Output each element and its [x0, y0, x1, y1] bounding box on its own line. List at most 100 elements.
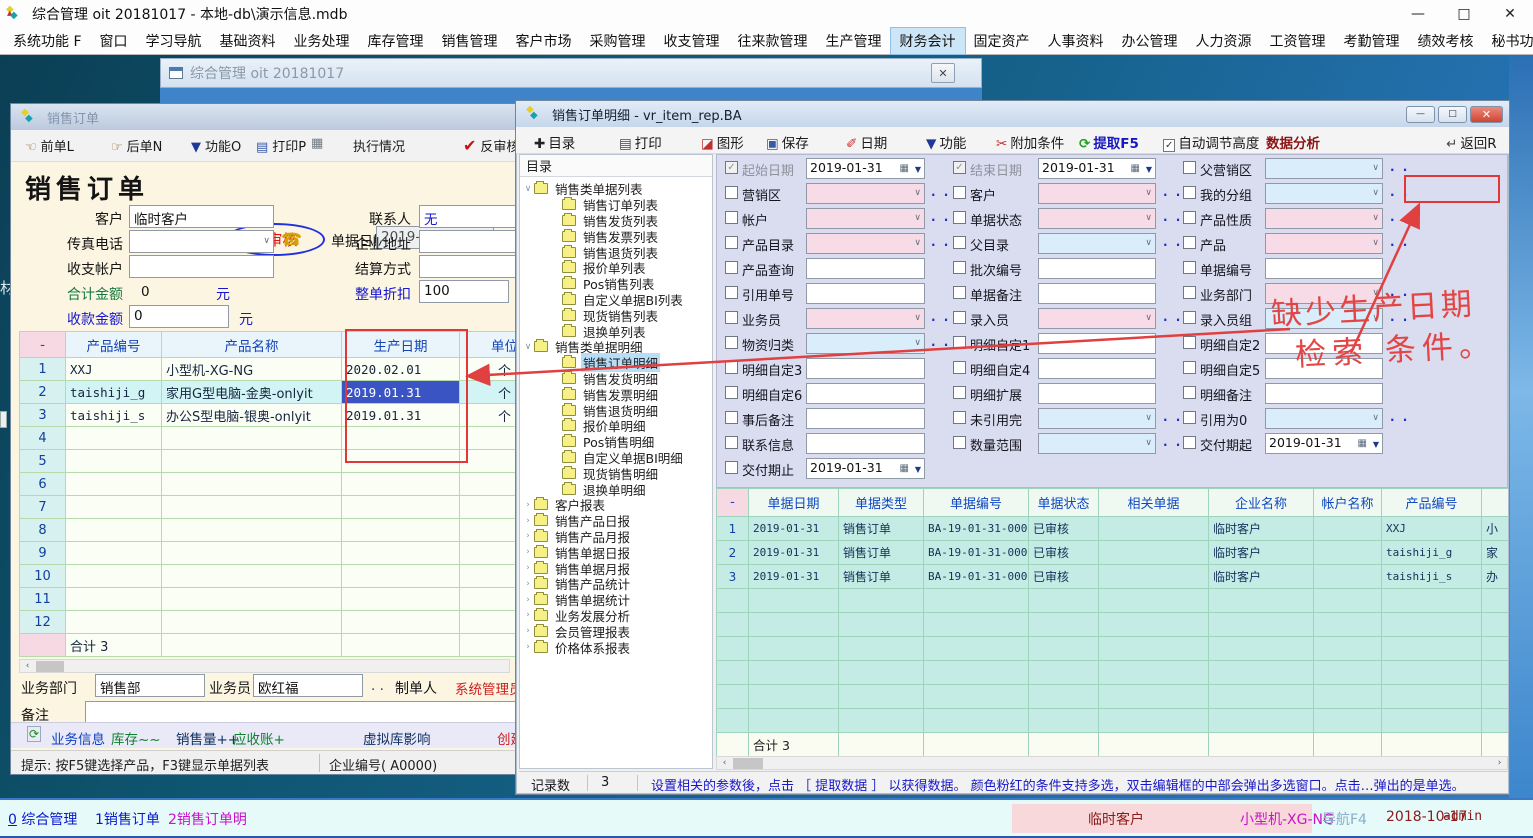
filter-checkbox-父营销区[interactable] — [1183, 161, 1196, 174]
scrollbar-thumb[interactable] — [36, 661, 64, 672]
function-button[interactable]: ▼功能 — [926, 132, 966, 152]
date-button[interactable]: ✐日期 — [846, 132, 887, 152]
cell-production-date[interactable] — [342, 542, 460, 565]
result-cell[interactable]: 临时客户 — [1209, 541, 1314, 565]
filter-field-单据备注[interactable] — [1038, 283, 1156, 304]
menu-item-收支管理[interactable]: 收支管理 — [655, 28, 729, 54]
more-options-dots[interactable]: . . — [1390, 310, 1409, 324]
filter-field-引用为0[interactable]: ∨ — [1265, 408, 1383, 429]
cell-product-code[interactable] — [66, 542, 162, 565]
extract-button[interactable]: ⟳提取F5 — [1079, 132, 1139, 152]
settle-input[interactable] — [419, 255, 517, 278]
filter-checkbox-产品目录[interactable] — [725, 236, 738, 249]
filter-field-录入员[interactable]: ∨ — [1038, 308, 1156, 329]
result-cell[interactable]: 销售订单 — [839, 517, 924, 541]
result-cell[interactable]: 销售订单 — [839, 565, 924, 589]
result-cell[interactable]: 2019-01-31 — [749, 517, 839, 541]
column-header-单据日期[interactable]: 单据日期 — [749, 489, 839, 517]
filter-field-数量范围[interactable]: ∨ — [1038, 433, 1156, 454]
result-cell[interactable]: 2019-01-31 — [749, 565, 839, 589]
menu-item-库存管理[interactable]: 库存管理 — [359, 28, 433, 54]
chevron-down-icon[interactable]: ∨ — [914, 338, 921, 348]
horizontal-scrollbar[interactable]: ‹ › — [716, 756, 1508, 770]
filter-checkbox-业务员[interactable] — [725, 311, 738, 324]
result-cell[interactable]: 已审核 — [1029, 541, 1099, 565]
cell-product-code[interactable]: XXJ — [66, 358, 162, 381]
menu-item-业务处理[interactable]: 业务处理 — [285, 28, 359, 54]
more-options-dots[interactable]: . . — [931, 335, 950, 349]
more-options-dots[interactable]: . . — [1390, 210, 1409, 224]
column-header--[interactable]: - — [717, 489, 749, 517]
stock-link[interactable]: 库存~~ — [111, 728, 161, 748]
filter-field-事后备注[interactable] — [806, 408, 925, 429]
filter-field-明细自定5[interactable] — [1265, 358, 1383, 379]
result-cell[interactable] — [1099, 565, 1209, 589]
scroll-left-icon[interactable]: ‹ — [717, 757, 732, 769]
salesman-input[interactable]: 欧红福 — [253, 674, 363, 697]
nav-f4-button[interactable]: 导航F4 — [1322, 809, 1367, 829]
column-header-产品名称[interactable]: 产品名称 — [162, 332, 342, 358]
column-header-产品编号[interactable]: 产品编号 — [66, 332, 162, 358]
dept-input[interactable]: 销售部 — [95, 674, 205, 697]
chevron-right-icon[interactable]: › — [522, 626, 534, 636]
filter-checkbox-引用为0[interactable] — [1183, 411, 1196, 424]
menu-item-考勤管理[interactable]: 考勤管理 — [1335, 28, 1409, 54]
result-cell[interactable]: 家 — [1482, 541, 1508, 565]
cell-unit[interactable] — [460, 473, 517, 496]
filter-checkbox-明细自定4[interactable] — [953, 361, 966, 374]
menu-item-系统功能 F[interactable]: 系统功能 F — [4, 28, 91, 54]
filter-checkbox-客户[interactable] — [953, 186, 966, 199]
salesman-dots[interactable]: . . — [371, 678, 384, 694]
column-header-col[interactable] — [1482, 489, 1508, 517]
more-options-dots[interactable]: . . — [931, 310, 950, 324]
chevron-down-icon[interactable]: ∨ — [263, 236, 270, 246]
filter-field-引用单号[interactable] — [806, 283, 925, 304]
filter-field-父营销区[interactable]: ∨ — [1265, 158, 1383, 179]
menu-item-秘书功能[interactable]: 秘书功能 — [1483, 28, 1533, 54]
cell-product-code[interactable] — [66, 496, 162, 519]
filter-checkbox-明细自定2[interactable] — [1183, 336, 1196, 349]
result-cell[interactable]: taishiji_s — [1382, 565, 1482, 589]
column-header-企业名称[interactable]: 企业名称 — [1209, 489, 1314, 517]
cell-product-code[interactable]: taishiji_g — [66, 381, 162, 404]
cell-product-name[interactable] — [162, 473, 342, 496]
menu-item-窗口[interactable]: 窗口 — [91, 28, 137, 54]
filter-field-明细备注[interactable] — [1265, 383, 1383, 404]
column-header-单据编号[interactable]: 单据编号 — [924, 489, 1029, 517]
cell-unit[interactable]: 个 — [460, 404, 517, 427]
chevron-down-icon[interactable]: ∨ — [1372, 288, 1379, 298]
chevron-down-icon[interactable]: ∨ — [1145, 238, 1152, 248]
chevron-down-icon[interactable]: ∨ — [1372, 313, 1379, 323]
chevron-down-icon[interactable]: ∨ — [1145, 438, 1152, 448]
cell-production-date[interactable]: 2020.02.01 — [342, 358, 460, 381]
chevron-down-icon[interactable]: ∨ — [1372, 188, 1379, 198]
result-cell[interactable] — [1314, 541, 1382, 565]
filter-field-父目录[interactable]: ∨ — [1038, 233, 1156, 254]
filter-checkbox-营销区[interactable] — [725, 186, 738, 199]
filter-checkbox-明细自定3[interactable] — [725, 361, 738, 374]
result-cell[interactable]: 临时客户 — [1209, 517, 1314, 541]
filter-checkbox-产品性质[interactable] — [1183, 211, 1196, 224]
cell-product-name[interactable] — [162, 611, 342, 634]
cell-product-code[interactable] — [66, 427, 162, 450]
more-options-dots[interactable]: . . — [1163, 235, 1182, 249]
filter-field-交付期止[interactable]: 2019-01-31▦▼ — [806, 458, 925, 479]
scroll-right-icon[interactable]: › — [1492, 757, 1507, 769]
result-cell[interactable]: 临时客户 — [1209, 565, 1314, 589]
more-options-dots[interactable]: . . — [931, 235, 950, 249]
cell-unit[interactable] — [460, 427, 517, 450]
more-options-dots[interactable]: . . — [1163, 410, 1182, 424]
cell-unit[interactable] — [460, 496, 517, 519]
cell-production-date[interactable] — [342, 588, 460, 611]
filter-field-帐户[interactable]: ∨ — [806, 208, 925, 229]
filter-checkbox-物资归类[interactable] — [725, 336, 738, 349]
maximize-icon[interactable]: □ — [1441, 0, 1487, 28]
filter-checkbox-明细自定6[interactable] — [725, 386, 738, 399]
result-cell[interactable]: 已审核 — [1029, 565, 1099, 589]
filter-checkbox-数量范围[interactable] — [953, 436, 966, 449]
catalog-button[interactable]: ✚目录 — [534, 132, 575, 152]
result-cell[interactable]: 2019-01-31 — [749, 541, 839, 565]
filter-field-产品[interactable]: ∨ — [1265, 233, 1383, 254]
filter-checkbox-批次编号[interactable] — [953, 261, 966, 274]
filter-field-明细自定3[interactable] — [806, 358, 925, 379]
